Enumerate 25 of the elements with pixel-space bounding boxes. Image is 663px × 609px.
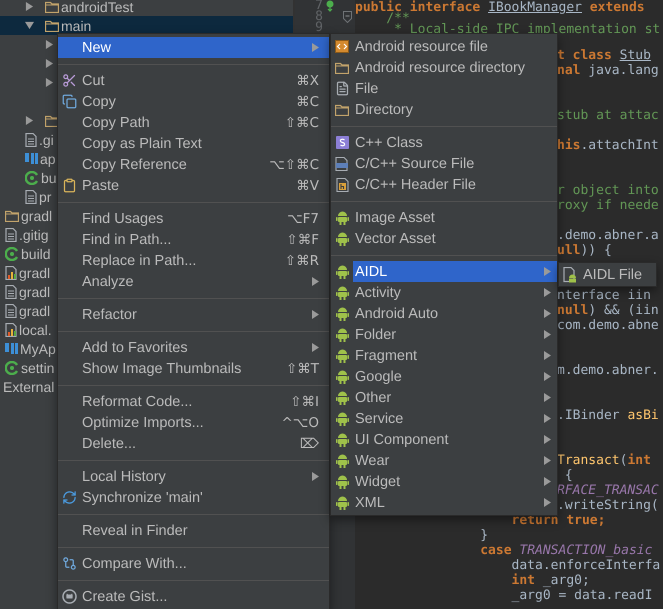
code-line: m.demo.abner. (557, 363, 659, 378)
code-line: r object into (557, 183, 659, 198)
code-line: roxy if neede (557, 198, 659, 213)
code-line: nterface iin (557, 288, 651, 303)
code-line: int _arg0; (510, 573, 590, 588)
code-line: /** (386, 11, 410, 22)
code-line: } (479, 528, 488, 543)
code-line: t class Stub (557, 48, 651, 63)
code-line: his.attachInt (557, 138, 659, 153)
code-line: .demo.abner.a (557, 228, 659, 243)
code-line: data.enforceInterfa (510, 558, 660, 573)
code-line: case TRANSACTION_basic (479, 543, 652, 558)
code-line: .writeString( (557, 498, 659, 513)
code-line: ull)) { (557, 243, 612, 258)
code-line: stub at attac (557, 108, 659, 123)
code-line: Transact(int (557, 453, 651, 468)
code-line: { (564, 468, 573, 483)
code-line: .IBinder asBi (557, 408, 659, 423)
code-line: RFACE_TRANSAC (557, 483, 659, 498)
code-line: return true; (510, 513, 606, 528)
code-line: nal java.lang (557, 63, 659, 78)
code-line: null) && (iin (557, 303, 659, 318)
code-line: com.demo.abne (557, 318, 659, 333)
code-line: _arg0 = data.readI (510, 588, 652, 603)
code-line: * Local-side IPC implementation st (394, 22, 660, 33)
